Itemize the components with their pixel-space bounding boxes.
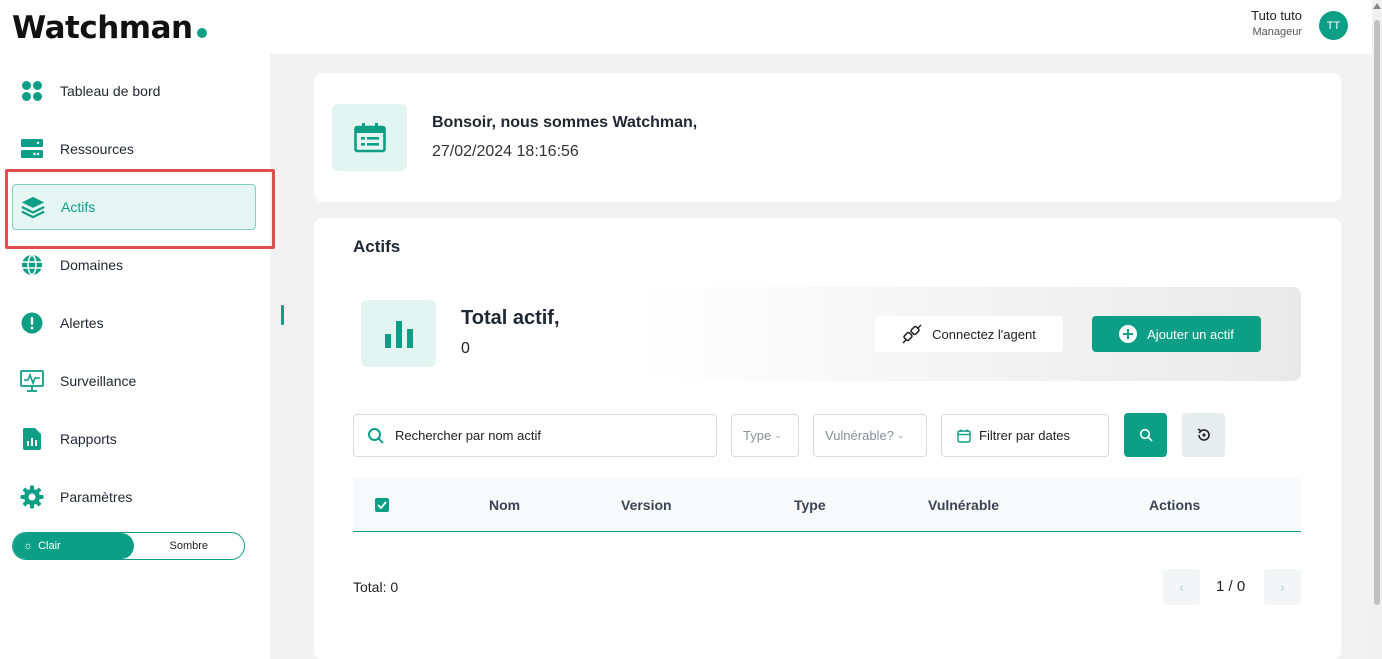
monitor-icon	[20, 369, 44, 393]
user-name: Tuto tuto	[1251, 8, 1302, 23]
app-logo[interactable]: Watchman	[12, 10, 193, 46]
search-input[interactable]	[395, 428, 695, 443]
date-filter[interactable]: Filtrer par dates	[941, 414, 1109, 457]
total-label: Total actif,	[461, 307, 560, 329]
total-text: Total: 0	[353, 579, 399, 595]
chevron-left-icon: ‹	[1179, 579, 1184, 595]
plus-circle-icon	[1119, 325, 1138, 343]
chevron-down-icon: ⌄	[896, 430, 905, 440]
table-header: Nom Version Type Vulnérable Actions	[353, 478, 1301, 532]
column-header-version[interactable]: Version	[621, 497, 672, 513]
column-header-type[interactable]: Type	[794, 497, 826, 513]
sidebar-item-alertes[interactable]: Alertes	[12, 300, 256, 346]
avatar[interactable]: TT	[1319, 11, 1348, 40]
scroll-indicator	[281, 305, 284, 325]
alert-icon	[20, 311, 44, 335]
total-banner: Total actif, 0 Connectez l'agent Ajouter…	[353, 287, 1301, 381]
sidebar: Tableau de bord Ressources Actifs Domain…	[0, 54, 270, 659]
theme-light-label: Clair	[38, 540, 61, 552]
server-icon	[20, 137, 44, 161]
sidebar-item-label: Domaines	[60, 257, 124, 273]
calendar-icon	[957, 429, 971, 443]
next-page-button[interactable]: ›	[1264, 569, 1301, 605]
theme-toggle[interactable]: ☼ Clair Sombre	[12, 532, 245, 560]
top-header: Watchman Tuto tuto Manageur TT	[0, 0, 1382, 54]
theme-light-option[interactable]: ☼ Clair	[13, 533, 134, 559]
sidebar-item-ressources[interactable]: Ressources	[12, 126, 256, 172]
type-select[interactable]: Type ⌄	[731, 414, 799, 457]
column-header-actions[interactable]: Actions	[1149, 497, 1200, 513]
reset-button[interactable]	[1182, 413, 1225, 457]
dashboard-grid-icon	[20, 79, 44, 103]
pagination-text: 1 / 0	[1216, 578, 1246, 595]
user-role: Manageur	[1252, 26, 1302, 38]
gear-icon	[20, 485, 44, 509]
search-icon	[367, 427, 385, 445]
column-header-vulnerable[interactable]: Vulnérable	[928, 497, 999, 513]
type-select-label: Type	[743, 428, 772, 443]
sidebar-item-tableau-de-bord[interactable]: Tableau de bord	[12, 68, 256, 114]
sidebar-item-label: Actifs	[61, 199, 96, 215]
scrollbar-thumb[interactable]	[1374, 20, 1380, 605]
total-count: 0	[461, 340, 470, 357]
plug-icon	[902, 324, 922, 344]
add-asset-button[interactable]: Ajouter un actif	[1092, 316, 1261, 352]
search-icon	[1139, 428, 1153, 442]
sidebar-item-label: Ressources	[60, 141, 134, 157]
sidebar-item-label: Paramètres	[60, 489, 133, 505]
vulnerable-select-label: Vulnérable?	[825, 428, 894, 443]
scroll-up-arrow-icon[interactable]	[1373, 3, 1381, 9]
search-field[interactable]	[353, 414, 717, 457]
add-asset-label: Ajouter un actif	[1147, 326, 1234, 342]
theme-dark-label: Sombre	[169, 540, 209, 552]
sidebar-item-surveillance[interactable]: Surveillance	[12, 358, 256, 404]
select-all-checkbox[interactable]	[375, 498, 389, 512]
chevron-right-icon: ›	[1280, 579, 1285, 595]
layers-icon	[21, 195, 45, 219]
sun-icon: ☼	[23, 540, 34, 552]
column-header-nom[interactable]: Nom	[489, 497, 520, 513]
assets-card: Actifs Total actif, 0 Connectez l'agent …	[314, 218, 1341, 659]
scrollbar[interactable]	[1372, 0, 1382, 659]
sidebar-item-parametres[interactable]: Paramètres	[12, 474, 256, 520]
sidebar-item-domaines[interactable]: Domaines	[12, 242, 256, 288]
theme-dark-option[interactable]: Sombre	[134, 533, 245, 559]
date-filter-label: Filtrer par dates	[979, 428, 1071, 443]
user-info[interactable]: Tuto tuto Manageur	[1251, 8, 1302, 38]
sidebar-item-actifs[interactable]: Actifs	[12, 184, 256, 230]
greeting-title: Bonsoir, nous sommes Watchman,	[432, 114, 698, 131]
bar-chart-icon	[361, 300, 436, 367]
search-button[interactable]	[1124, 413, 1167, 457]
chevron-down-icon: ⌄	[774, 430, 782, 440]
sidebar-item-label: Rapports	[60, 431, 117, 447]
vulnerable-select[interactable]: Vulnérable? ⌄	[813, 414, 927, 457]
sidebar-item-rapports[interactable]: Rapports	[12, 416, 256, 462]
report-icon	[20, 427, 44, 451]
calendar-icon	[332, 104, 407, 171]
connect-agent-label: Connectez l'agent	[932, 326, 1036, 342]
reset-icon	[1196, 427, 1212, 443]
sidebar-item-label: Surveillance	[60, 373, 137, 389]
previous-page-button[interactable]: ‹	[1163, 569, 1200, 605]
greeting-card: Bonsoir, nous sommes Watchman, 27/02/202…	[314, 73, 1341, 202]
connect-agent-button[interactable]: Connectez l'agent	[875, 316, 1063, 352]
page-title: Actifs	[353, 237, 401, 256]
sidebar-item-label: Tableau de bord	[60, 83, 161, 99]
sidebar-item-label: Alertes	[60, 315, 104, 331]
logo-dot	[197, 28, 207, 38]
globe-icon	[20, 253, 44, 277]
greeting-datetime: 27/02/2024 18:16:56	[432, 143, 579, 160]
